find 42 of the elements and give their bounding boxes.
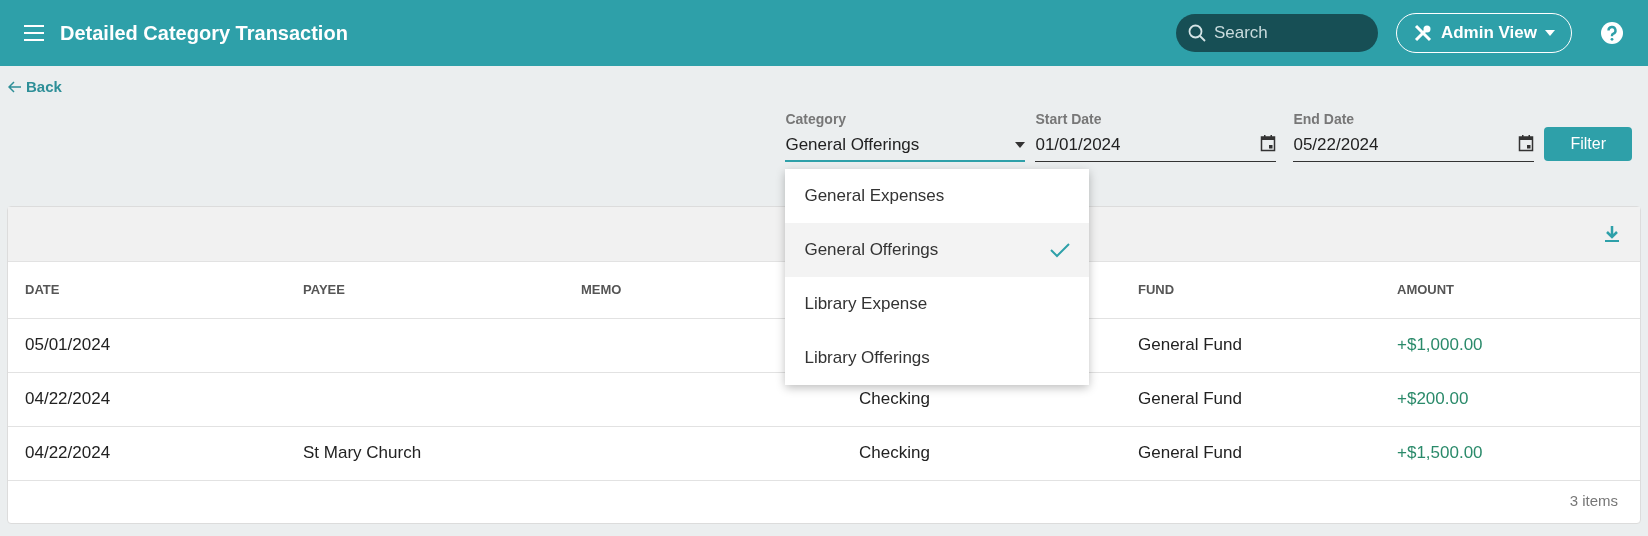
dropdown-option[interactable]: Library Offerings [785, 330, 1090, 385]
column-header: DATE [25, 280, 60, 299]
field-label: Start Date [1035, 109, 1103, 129]
table-cell-text: Checking [859, 388, 930, 411]
dropdown-option[interactable]: Library Expense [785, 276, 1090, 331]
column-header: MEMO [581, 280, 622, 299]
item-count: 3 items [1569, 491, 1618, 512]
search-field[interactable]: Search [1175, 14, 1378, 52]
table-cell-text: General Fund [1138, 388, 1242, 411]
help-icon[interactable] [1600, 21, 1624, 45]
menu-icon[interactable] [24, 24, 46, 42]
column-header: FUND [1138, 280, 1175, 299]
dropdown-option[interactable]: General Expenses [785, 168, 1090, 223]
calendar-icon[interactable] [1518, 134, 1535, 152]
search-input[interactable]: Search [1213, 20, 1364, 46]
table-cell-text: Checking [859, 442, 930, 465]
column-header: AMOUNT [1397, 280, 1455, 299]
date-field[interactable]: 05/22/2024 [1293, 129, 1535, 162]
field-label: Category [785, 109, 848, 129]
calendar-icon[interactable] [1260, 134, 1277, 152]
column-header: PAYEE [303, 280, 345, 299]
download-icon[interactable] [1604, 224, 1620, 243]
field-label: End Date [1293, 109, 1356, 129]
table-cell-text: +$1,000.00 [1397, 334, 1483, 357]
checkmark-icon [1050, 241, 1071, 258]
table-cell-text: General Fund [1138, 334, 1242, 357]
table-cell-text: +$1,500.00 [1397, 442, 1483, 465]
caret-icon [1545, 30, 1555, 36]
table-cell-text: St Mary Church [303, 442, 422, 465]
table-cell-text: 04/22/2024 [25, 388, 111, 411]
search-icon [1187, 24, 1206, 42]
table-cell-text: General Fund [1138, 442, 1242, 465]
table-cell-text: 04/22/2024 [25, 442, 111, 465]
arrow-left-icon [8, 81, 22, 94]
category-select[interactable]: General Offerings [785, 129, 1026, 162]
caret-icon [1015, 141, 1026, 148]
table-cell-text: +$200.00 [1397, 388, 1469, 411]
table-cell-text: 05/01/2024 [25, 334, 111, 357]
date-field[interactable]: 01/01/2024 [1035, 129, 1277, 162]
tools-icon [1412, 23, 1433, 43]
dropdown-option[interactable]: General Offerings [785, 222, 1090, 277]
page-title: Detailed Category Transaction [60, 21, 348, 46]
